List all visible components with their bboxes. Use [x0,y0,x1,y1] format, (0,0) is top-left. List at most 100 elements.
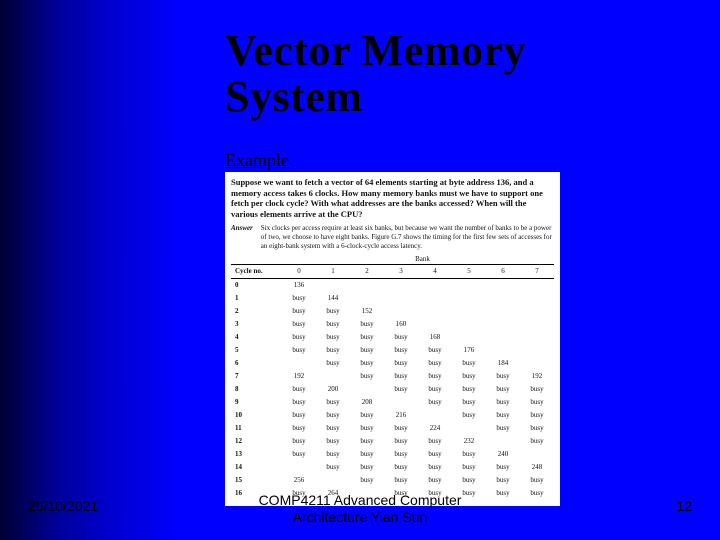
bank-cell [452,318,486,331]
table-row: 12busybusybusybusybusy232busy [231,435,554,448]
bank-cell: 256 [282,474,316,487]
cycle-cell: 11 [231,422,282,435]
cycle-cell: 0 [231,278,282,292]
bank-cell: busy [520,474,554,487]
bank-cell: busy [316,396,350,409]
bank-cell [486,318,520,331]
bank-cell: busy [316,422,350,435]
bank-cell [520,305,554,318]
bank-cell: busy [384,448,418,461]
cycle-cell: 8 [231,383,282,396]
bank-cell: 152 [350,305,384,318]
bank-cell: busy [350,344,384,357]
bank-cell [384,278,418,292]
bank-cell: busy [486,461,520,474]
bank-cell [520,331,554,344]
bank-cell: busy [350,409,384,422]
bank-cell: busy [452,461,486,474]
cycle-cell: 6 [231,357,282,370]
bank-cell: busy [316,409,350,422]
bank-cell: busy [384,461,418,474]
bank-cell: busy [384,357,418,370]
bank-cell [418,305,452,318]
bank-cell [452,305,486,318]
col-cycle: Cycle no. [231,264,282,278]
bank-cell [520,357,554,370]
bank-cell: busy [282,383,316,396]
bank-cell [486,331,520,344]
table-row: 9busybusy208busybusybusybusy [231,396,554,409]
bank-cell [384,292,418,305]
example-label: Example [225,150,289,171]
bank-cell: busy [350,331,384,344]
cycle-cell: 3 [231,318,282,331]
bank-cell: busy [316,357,350,370]
bank-cell: 192 [282,370,316,383]
cycle-cell: 15 [231,474,282,487]
bank-cell [384,305,418,318]
bank-cell: busy [418,344,452,357]
title-line-1: Vector Memory [225,26,526,75]
cycle-cell: 2 [231,305,282,318]
bank-cell: busy [282,422,316,435]
bank-cell [486,305,520,318]
bank-cell: busy [350,474,384,487]
bank-cell: busy [384,344,418,357]
bank-cell: 216 [384,409,418,422]
bank-cell: busy [350,448,384,461]
bank-cell [384,396,418,409]
bank-cell: busy [486,422,520,435]
bank-cell: busy [350,318,384,331]
bank-cell: busy [316,435,350,448]
col-bank-2: 2 [350,264,384,278]
bank-header: Bank [231,255,554,263]
bank-cell: busy [350,461,384,474]
bank-cell: busy [316,318,350,331]
bank-cell: busy [486,383,520,396]
bank-cell [452,292,486,305]
table-row: 0136 [231,278,554,292]
table-row: 2busybusy152 [231,305,554,318]
footer-center: COMP4211 Advanced Computer Architecture … [0,492,720,526]
bank-cell: busy [520,409,554,422]
footer-page-number: 12 [676,498,692,514]
bank-cell: 160 [384,318,418,331]
bank-cell: busy [282,409,316,422]
table-row: 5busybusybusybusybusy176 [231,344,554,357]
bank-cell [316,474,350,487]
bank-cell: busy [486,474,520,487]
bank-cell: busy [316,331,350,344]
bank-cell [520,448,554,461]
table-row: 4busybusybusybusy168 [231,331,554,344]
col-bank-7: 7 [520,264,554,278]
bank-cell: 192 [520,370,554,383]
table-row: 11busybusybusybusy224busybusy [231,422,554,435]
bank-cell [486,292,520,305]
bank-cell: busy [486,409,520,422]
bank-cell: busy [520,422,554,435]
cycle-cell: 14 [231,461,282,474]
bank-cell: busy [384,331,418,344]
cycle-cell: 7 [231,370,282,383]
bank-cell: busy [282,435,316,448]
table-row: 6busybusybusybusybusy184 [231,357,554,370]
bank-cell: busy [384,422,418,435]
cycle-cell: 4 [231,331,282,344]
bank-cell: busy [384,370,418,383]
cycle-cell: 12 [231,435,282,448]
timing-table: Cycle no.01234567 01361busy1442busybusy1… [231,264,554,500]
bank-cell: busy [350,435,384,448]
bank-cell: busy [418,357,452,370]
bank-cell [282,357,316,370]
bank-cell: 248 [520,461,554,474]
bank-cell [418,292,452,305]
bank-cell: 224 [418,422,452,435]
table-row: 10busybusybusy216busybusybusy [231,409,554,422]
cycle-cell: 9 [231,396,282,409]
bank-cell [520,344,554,357]
bank-cell: busy [316,344,350,357]
col-bank-0: 0 [282,264,316,278]
cycle-cell: 13 [231,448,282,461]
bank-cell: 136 [282,278,316,292]
bank-cell: busy [282,292,316,305]
